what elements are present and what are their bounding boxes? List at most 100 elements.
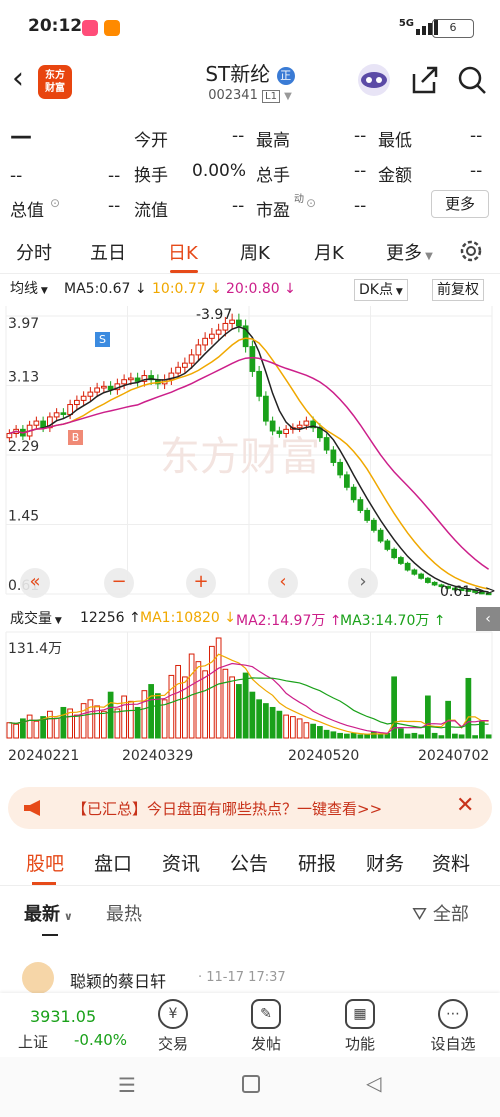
tab-intraday[interactable]: 分时	[16, 239, 52, 265]
candle-body	[182, 362, 188, 368]
share-icon[interactable]	[408, 64, 440, 96]
sort-latest[interactable]: 最新 ∨	[24, 900, 73, 926]
candle-body	[296, 424, 303, 429]
post-author[interactable]: 聪颖的蔡日轩	[70, 968, 166, 992]
volume-bar	[249, 691, 256, 739]
volume-bar	[344, 733, 350, 739]
candle-body	[418, 573, 424, 579]
tab-daily-k[interactable]: 日K	[168, 239, 198, 265]
step-forward-button[interactable]: ›	[348, 568, 378, 598]
market-cap-label: 总值	[10, 201, 44, 221]
volume-bar	[168, 674, 175, 739]
price-axis: 3.973.132.291.450.61	[8, 316, 39, 594]
volume-bar	[465, 677, 472, 739]
recents-icon[interactable]: ☰	[118, 1073, 136, 1097]
ma10-line	[9, 337, 489, 590]
buy-marker[interactable]: B	[68, 430, 83, 445]
add-watchlist-button[interactable]: ⋯ 设自选	[423, 999, 483, 1054]
filter-icon: ⛛	[412, 904, 428, 925]
candle-body	[161, 379, 168, 385]
info-icon[interactable]: ⊙	[50, 196, 60, 210]
tab-announcements[interactable]: 公告	[230, 849, 268, 876]
functions-button[interactable]: ▦ 功能	[330, 999, 390, 1054]
vol-ma1: MA1:10820 ↓	[140, 610, 236, 626]
candle-body	[40, 420, 46, 429]
gear-icon[interactable]	[458, 238, 484, 264]
tab-weekly-k[interactable]: 周K	[240, 239, 270, 265]
volume-bar	[222, 668, 229, 739]
x-label: 20240329	[122, 748, 194, 764]
candle-body	[377, 529, 384, 542]
stock-header: ‹ 东方 财富 ST新纶 正 002341 L1 ▼	[0, 56, 500, 108]
ma5-value: MA5:0.67 ↓	[64, 281, 147, 297]
adjust-select[interactable]: 前复权	[432, 279, 484, 301]
chevron-right-icon[interactable]: >>	[474, 584, 496, 599]
candle-body	[114, 383, 121, 391]
volume-indicator-select[interactable]: 成交量 ▼	[6, 609, 66, 631]
candles	[6, 313, 492, 596]
watermark: 东方财富	[160, 434, 320, 480]
volume-bar	[87, 699, 94, 739]
search-icon[interactable]	[456, 64, 488, 96]
tab-more[interactable]: 更多 ▼	[386, 239, 433, 265]
open-label: 今开	[134, 131, 168, 151]
tab-profile[interactable]: 资料	[432, 849, 470, 876]
zoom-in-button[interactable]: +	[186, 568, 216, 598]
level-badge[interactable]: L1	[262, 90, 280, 103]
assistant-avatar-icon[interactable]	[358, 64, 390, 96]
dk-point-select[interactable]: DK点 ▼	[354, 279, 408, 301]
volume-bar	[13, 723, 19, 739]
candle-body	[276, 430, 283, 434]
filter-all[interactable]: ⛛ 全部	[412, 900, 469, 926]
candle-body	[134, 377, 141, 382]
hot-topics-banner[interactable]: 【已汇总】今日盘面有哪些热点？一键查看>> ✕	[8, 787, 492, 829]
back-icon[interactable]: ◁	[366, 1071, 381, 1095]
volume-bar	[269, 706, 276, 739]
index-value[interactable]: 3931.05	[30, 1007, 96, 1026]
tab-research[interactable]: 研报	[298, 849, 336, 876]
index-name: 上证	[18, 1033, 49, 1051]
kline-chart[interactable]: 东方财富 3.97 3.13 2.29 1.45 0.61	[0, 0, 500, 780]
candle-body	[269, 420, 276, 432]
fast-back-button[interactable]: «	[20, 568, 50, 598]
tab-monthly-k[interactable]: 月K	[314, 239, 344, 265]
step-back-button[interactable]: ‹	[268, 568, 298, 598]
tag-badge: 正	[276, 67, 295, 85]
volume-bar	[141, 690, 148, 739]
info-icon[interactable]: ⊙	[306, 196, 316, 210]
volume-axis-max: 131.4万	[8, 641, 63, 657]
home-icon[interactable]	[242, 1075, 260, 1093]
more-quote-button[interactable]: 更多	[431, 190, 489, 218]
sort-hot[interactable]: 最热	[106, 900, 142, 926]
tab-forum[interactable]: 股吧	[26, 849, 64, 876]
zoom-out-button[interactable]: −	[104, 568, 134, 598]
tab-finance[interactable]: 财务	[366, 849, 404, 876]
candle-body	[350, 486, 357, 501]
volume-ma-line	[9, 662, 489, 734]
post-item[interactable]: 聪颖的蔡日轩 · 11-17 17:37	[22, 960, 482, 996]
sell-marker[interactable]: S	[95, 332, 110, 347]
volume-bar	[310, 723, 316, 739]
chevron-down-icon[interactable]: ▼	[284, 91, 292, 102]
candle-body	[6, 432, 13, 439]
close-icon[interactable]: ✕	[456, 793, 474, 818]
post-button[interactable]: ✎ 发帖	[236, 999, 296, 1054]
volume-bar	[418, 734, 424, 739]
candle-body	[431, 581, 438, 586]
tab-five-day[interactable]: 五日	[90, 239, 126, 265]
volume-bar	[6, 722, 13, 739]
tab-news[interactable]: 资讯	[162, 849, 200, 876]
collapse-panel-button[interactable]: ‹	[476, 607, 500, 631]
tab-orderbook[interactable]: 盘口	[94, 849, 132, 876]
candle-body	[364, 509, 370, 521]
volume-bar	[188, 653, 195, 739]
candle-body	[357, 499, 364, 511]
trade-button[interactable]: ¥ 交易	[143, 999, 203, 1054]
ma10-value: 10:0.77 ↓	[152, 281, 222, 297]
volume-bar	[175, 664, 181, 739]
indicator-select[interactable]: 均线 ▼	[6, 279, 52, 301]
volume-bar	[121, 695, 127, 739]
volume-bar	[80, 703, 87, 739]
turnover-value: 0.00%	[192, 161, 247, 181]
candle-body	[384, 540, 391, 550]
